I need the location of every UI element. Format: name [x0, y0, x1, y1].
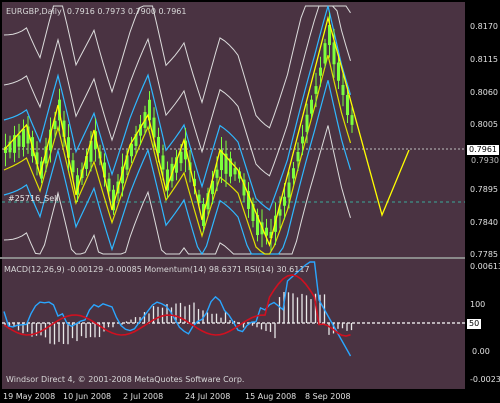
candle-body [233, 168, 237, 175]
indicator-header: MACD(12,26,9) -0.00129 -0.00085 Momentum… [4, 265, 310, 274]
candle-body [305, 114, 309, 132]
pane-separator[interactable] [0, 257, 465, 259]
candle-body [292, 168, 295, 179]
candle-body [314, 86, 318, 94]
candle-body [319, 67, 322, 76]
candle-body [341, 85, 345, 95]
indicator-pane-background [2, 259, 465, 389]
candle-body [71, 160, 75, 173]
candle-body [283, 196, 286, 206]
price-tick: 0.8115 [470, 55, 498, 64]
candle-body [350, 115, 354, 125]
symbol-title: EURGBP,Daily 0.7916 0.7973 0.7900 0.7961 [6, 7, 186, 16]
order-annotation: #25716_Sell [8, 194, 59, 203]
candle-body [179, 151, 183, 164]
time-tick: 15 Aug 2008 [245, 392, 297, 401]
chart-canvas[interactable] [0, 0, 500, 403]
time-tick: 8 Sep 2008 [305, 392, 351, 401]
price-tick: 0.8060 [470, 88, 498, 97]
indicator-tick: 0.00613 [470, 262, 500, 271]
level-tick: 0.7930 [471, 156, 499, 165]
candle-body [323, 43, 327, 64]
copyright-footer: Windsor Direct 4, © 2001-2008 MetaQuotes… [6, 375, 245, 384]
symbol-name: EURGBP,Daily [6, 7, 62, 16]
candle-body [346, 94, 349, 116]
time-tick: 10 Jun 2008 [63, 392, 112, 401]
candle-body [296, 151, 300, 162]
indicator-tick: -0.00239 [470, 375, 500, 384]
price-tick: 0.7785 [470, 250, 498, 259]
candle-body [310, 99, 313, 114]
candle-body [337, 62, 340, 81]
candle-body [157, 136, 160, 154]
price-tick: 0.7895 [470, 185, 498, 194]
price-tick: 0.8170 [470, 22, 498, 31]
level-bubble: 50 [466, 318, 483, 330]
candle-body [22, 128, 25, 148]
ohlc-values: 0.7916 0.7973 0.7900 0.7961 [66, 7, 187, 16]
chart-window: EURGBP,Daily 0.7916 0.7973 0.7900 0.7961… [0, 0, 500, 403]
candle-body [287, 182, 291, 198]
time-tick: 24 Jul 2008 [185, 392, 231, 401]
candle-body [17, 135, 21, 147]
candle-body [215, 169, 219, 178]
indicator-tick: 0.00 [472, 347, 490, 356]
price-tick: 0.7840 [470, 218, 498, 227]
current-price-badge: 0.7961 [466, 144, 500, 156]
candle-body [301, 136, 304, 144]
candle-body [161, 155, 165, 170]
price-tick: 0.8005 [470, 120, 498, 129]
indicator-tick: 100 [470, 300, 486, 309]
time-tick: 19 May 2008 [3, 392, 56, 401]
time-tick: 2 Jul 2008 [123, 392, 164, 401]
